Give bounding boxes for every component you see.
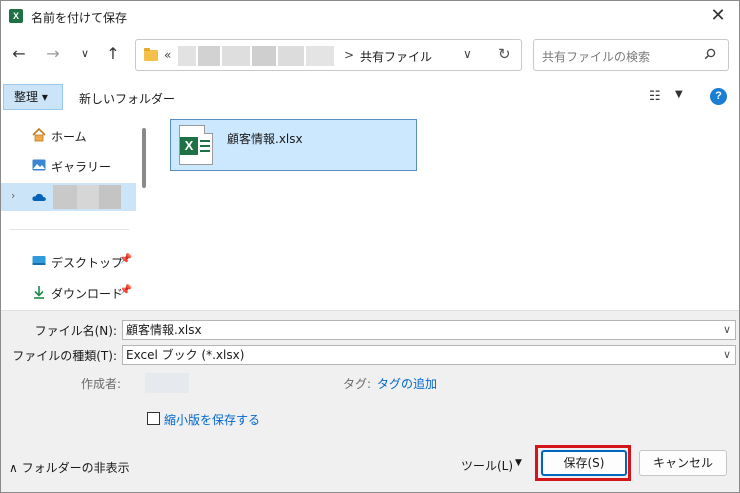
sidebar-item-onedrive[interactable]: › xyxy=(1,183,136,211)
command-toolbar: 整理 ▾ 新しいフォルダー ☷ ▼ ? xyxy=(1,83,739,111)
forward-arrow-icon[interactable]: → xyxy=(41,42,65,66)
up-arrow-icon[interactable]: ↑ xyxy=(101,42,125,66)
close-icon[interactable]: ✕ xyxy=(703,3,733,29)
redacted-author xyxy=(145,373,189,393)
filename-value: 顧客情報.xlsx xyxy=(126,323,202,337)
sidebar-item-desktop[interactable]: デスクトップ 📌 xyxy=(1,248,136,274)
gallery-icon xyxy=(32,159,46,171)
home-icon xyxy=(32,127,46,142)
save-thumbnail-label[interactable]: 縮小版を保存する xyxy=(164,411,260,428)
search-placeholder: 共有ファイルの検索 xyxy=(542,50,651,64)
chevron-up-icon: ∧ xyxy=(9,461,18,475)
redacted-account-name xyxy=(99,185,121,209)
onedrive-cloud-icon xyxy=(32,193,46,201)
desktop-icon xyxy=(32,256,46,265)
title-bar: X 名前を付けて保存 ✕ xyxy=(1,1,739,31)
chevron-down-icon[interactable]: ∨ xyxy=(723,321,731,339)
back-arrow-icon[interactable]: ← xyxy=(7,42,31,66)
filetype-value: Excel ブック (*.xlsx) xyxy=(126,348,245,362)
save-thumbnail-checkbox[interactable] xyxy=(147,412,160,425)
sidebar-item-label: ホーム xyxy=(51,130,87,144)
sidebar-item-gallery[interactable]: ギャラリー xyxy=(1,152,136,178)
tools-dropdown-icon[interactable]: ▼ xyxy=(515,458,522,468)
redacted-path xyxy=(178,46,196,66)
navigation-pane: ホーム ギャラリー › デスクトップ 📌 ダウンロード 📌 xyxy=(1,114,151,308)
pin-icon[interactable]: 📌 xyxy=(120,254,132,265)
navigation-row: ← → ∨ ↑ « > 共有ファイル ∨ ↻ 共有ファイルの検索 xyxy=(1,34,739,74)
view-dropdown-icon[interactable]: ▼ xyxy=(675,89,683,100)
folder-icon xyxy=(144,48,158,61)
hide-folders-label: フォルダーの非表示 xyxy=(21,461,130,475)
redacted-path xyxy=(278,46,304,66)
excel-file-icon: X xyxy=(179,125,213,165)
redacted-path xyxy=(252,46,276,66)
address-separator: > xyxy=(344,48,355,62)
search-box[interactable]: 共有ファイルの検索 xyxy=(533,39,729,71)
redacted-path xyxy=(198,46,220,66)
author-label: 作成者: xyxy=(81,377,122,391)
new-folder-button[interactable]: 新しいフォルダー xyxy=(79,90,175,107)
hide-folders-button[interactable]: ∧ フォルダーの非表示 xyxy=(9,459,130,476)
chevron-down-icon[interactable]: ∨ xyxy=(463,47,472,61)
redacted-account-name xyxy=(53,185,77,209)
tools-button[interactable]: ツール(L) xyxy=(461,457,513,474)
view-options-icon[interactable]: ☷ xyxy=(649,89,661,104)
excel-app-icon: X xyxy=(9,9,23,23)
nav-divider xyxy=(9,229,129,230)
filename-field[interactable]: 顧客情報.xlsx ∨ xyxy=(122,320,736,340)
window-title: 名前を付けて保存 xyxy=(31,11,128,25)
filetype-label: ファイルの種類(T): xyxy=(12,349,117,363)
sidebar-item-label: ギャラリー xyxy=(51,160,112,174)
sidebar-item-label: ダウンロード xyxy=(51,287,124,301)
cancel-button[interactable]: キャンセル xyxy=(639,450,727,476)
refresh-icon[interactable]: ↻ xyxy=(498,45,511,63)
tag-label: タグ: xyxy=(343,377,372,391)
sidebar-item-downloads[interactable]: ダウンロード 📌 xyxy=(1,279,136,305)
dialog-footer: ∧ フォルダーの非表示 ツール(L) ▼ 保存(S) キャンセル xyxy=(1,434,739,492)
expand-chevron-icon[interactable]: › xyxy=(11,189,15,202)
save-as-dialog: X 名前を付けて保存 ✕ ← → ∨ ↑ « > 共有ファイル ∨ ↻ 共有ファ… xyxy=(0,0,740,493)
sidebar-item-label: デスクトップ xyxy=(51,256,124,270)
add-tag-link[interactable]: タグの追加 xyxy=(377,375,437,392)
filename-label: ファイル名(N): xyxy=(34,324,117,338)
address-bar[interactable]: « > 共有ファイル ∨ ↻ xyxy=(135,39,522,71)
file-list-area: X 顧客情報.xlsx xyxy=(153,114,739,308)
redacted-account-name xyxy=(77,185,99,209)
address-overflow-chevron[interactable]: « xyxy=(164,48,171,62)
nav-pane-scrollbar[interactable] xyxy=(142,128,146,188)
file-item[interactable]: X 顧客情報.xlsx xyxy=(170,119,417,171)
chevron-down-icon[interactable]: ∨ xyxy=(723,346,731,364)
file-name: 顧客情報.xlsx xyxy=(227,132,303,146)
sidebar-item-home[interactable]: ホーム xyxy=(1,122,136,148)
download-icon xyxy=(34,286,44,299)
address-current-folder[interactable]: 共有ファイル xyxy=(360,48,432,65)
redacted-path xyxy=(222,46,250,66)
save-options-panel: ファイル名(N): 顧客情報.xlsx ∨ ファイルの種類(T): Excel … xyxy=(1,310,739,434)
recent-locations-chevron-icon[interactable]: ∨ xyxy=(73,42,97,66)
organize-button[interactable]: 整理 ▾ xyxy=(3,84,63,110)
pin-icon[interactable]: 📌 xyxy=(120,285,132,296)
redacted-path xyxy=(306,46,334,66)
filetype-select[interactable]: Excel ブック (*.xlsx) ∨ xyxy=(122,345,736,365)
search-icon xyxy=(704,48,716,60)
save-button[interactable]: 保存(S) xyxy=(541,450,627,476)
help-icon[interactable]: ? xyxy=(710,88,727,105)
